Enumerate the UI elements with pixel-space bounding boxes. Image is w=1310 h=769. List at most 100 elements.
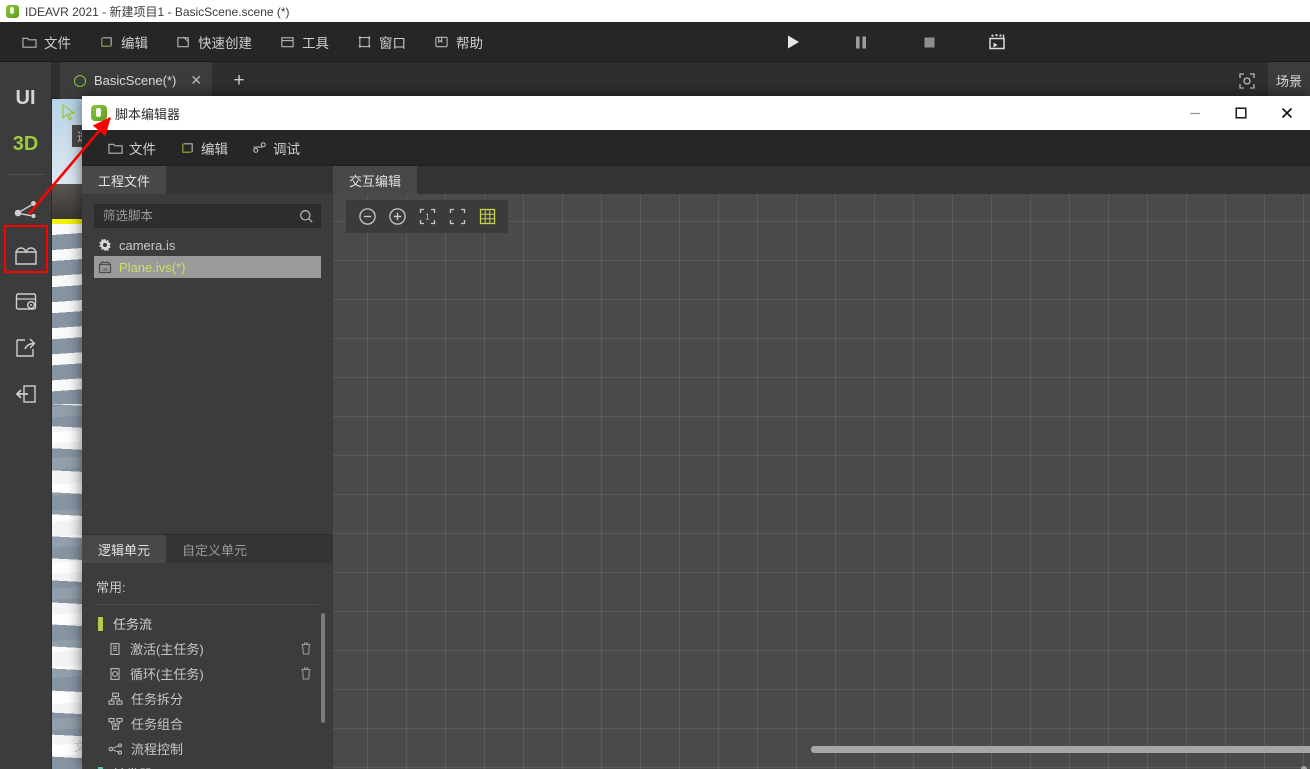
menu-file-label: 文件 [44, 36, 71, 51]
playback-controls [780, 22, 1010, 62]
script-filter-input[interactable] [103, 209, 299, 223]
search-icon[interactable] [299, 209, 314, 224]
dialog-menu-debug-label: 调试 [273, 141, 300, 157]
scene-tabstrip: BasicScene(*) ✕ + 场景 [0, 62, 1310, 99]
store-icon [15, 247, 37, 265]
rail-share-export-button[interactable] [0, 325, 52, 371]
rail-node-graph-button[interactable] [0, 187, 52, 233]
svg-text:us: us [102, 267, 108, 273]
node-graph-canvas[interactable]: 1 [333, 194, 1310, 769]
dialog-titlebar: 脚本编辑器 [82, 96, 1310, 130]
project-files-tabrow: 工程文件 [82, 166, 333, 194]
zoom-in-button[interactable] [386, 206, 408, 228]
unit-flow-control[interactable]: 流程控制 [82, 736, 333, 761]
edit-frame-icon [101, 37, 112, 47]
unit-task-split[interactable]: 任务拆分 [82, 686, 333, 711]
menu-help[interactable]: 帮助 [420, 22, 497, 62]
menu-help-label: 帮助 [456, 36, 483, 51]
unit-merge-label: 任务组合 [131, 717, 184, 732]
pause-icon [856, 36, 866, 48]
list-item-plane[interactable]: us Plane.ivs(*) [94, 256, 321, 278]
screen: IDEAVR 2021 - 新建项目1 - BasicScene.scene (… [0, 0, 1310, 769]
units-scrollbar[interactable] [321, 613, 325, 723]
dialog-body: 工程文件 camera.is us Plane.ivs(*) [82, 166, 1310, 769]
group-taskflow[interactable]: 任务流 [82, 611, 333, 636]
unit-split-label: 任务拆分 [131, 692, 184, 707]
list-item-camera[interactable]: camera.is [94, 234, 321, 256]
left-icon-rail: UI 3D [0, 62, 52, 769]
grid-icon [479, 208, 495, 225]
maximize-button[interactable] [1218, 96, 1264, 130]
tab-interaction-editor[interactable]: 交互编辑 [333, 166, 418, 194]
close-button[interactable] [1264, 96, 1310, 130]
menu-quick-create-label: 快速创建 [198, 36, 252, 51]
unit-loop-main-task[interactable]: 循环(主任务) [82, 661, 333, 686]
tab-custom-units[interactable]: 自定义单元 [166, 535, 264, 563]
minimize-icon [1190, 112, 1200, 115]
minus-circle-icon [358, 208, 376, 225]
dialog-menu-edit-label: 编辑 [201, 141, 228, 157]
group-trigger-label: 触发器 [113, 764, 152, 769]
unit-task-merge[interactable]: 任务组合 [82, 711, 333, 736]
units-tabrow: 逻辑单元 自定义单元 [82, 535, 333, 563]
app-titlebar: IDEAVR 2021 - 新建项目1 - BasicScene.scene (… [0, 0, 1310, 22]
menu-window[interactable]: 窗口 [343, 22, 420, 62]
delete-icon[interactable] [299, 666, 313, 681]
canvas-horizontal-scrollbar[interactable] [811, 746, 1310, 753]
toggle-grid-button[interactable] [476, 206, 498, 228]
group-color-bar [98, 616, 103, 631]
app-menubar: 文件 编辑 快速创建 工具 窗口 帮助 [0, 22, 1310, 62]
dialog-menu-edit[interactable]: 编辑 [168, 130, 240, 166]
tab-basicscene[interactable]: BasicScene(*) ✕ [60, 62, 213, 99]
fullscreen-button[interactable] [1236, 70, 1258, 92]
rail-store-button[interactable] [0, 233, 52, 279]
edit-frame-icon [182, 142, 193, 153]
minimize-button[interactable] [1172, 96, 1218, 130]
menu-tools[interactable]: 工具 [266, 22, 343, 62]
dialog-menu-debug[interactable]: 调试 [240, 130, 312, 166]
pointer-arrow-icon [62, 104, 76, 121]
menu-quick-create[interactable]: 快速创建 [162, 22, 266, 62]
record-button[interactable] [984, 29, 1010, 55]
node-graph-icon [14, 201, 36, 219]
app-title: IDEAVR 2021 - 新建项目1 - BasicScene.scene (… [25, 4, 290, 19]
menu-group: 文件 编辑 快速创建 工具 窗口 帮助 [8, 22, 497, 62]
asset-settings-icon [15, 293, 36, 310]
group-taskflow-label: 任务流 [113, 617, 153, 632]
fit-all-icon [449, 208, 465, 225]
tab-basicscene-label: BasicScene(*) [94, 73, 177, 88]
rail-3d-button[interactable]: 3D [0, 124, 51, 164]
unit-activate-main-task[interactable]: 激活(主任务) [82, 636, 333, 661]
tab-logic-units[interactable]: 逻辑单元 [82, 535, 167, 563]
dialog-menu-file[interactable]: 文件 [96, 130, 168, 166]
units-scroll-area[interactable]: 任务流 激活(主任务) 循环(主任务) 任务拆分 任务组合 流程控制 [82, 611, 333, 769]
debug-icon [253, 141, 266, 153]
rail-asset-settings-button[interactable] [0, 279, 52, 325]
merge-icon [108, 717, 123, 730]
pause-button[interactable] [848, 29, 874, 55]
logic-units-panel: 逻辑单元 自定义单元 常用: 任务流 激活(主任务) 循环(主任务) 任务拆分 … [82, 535, 333, 769]
canvas-toolbar: 1 [346, 200, 508, 233]
unit-loop-label: 循环(主任务) [130, 667, 204, 682]
tab-project-files[interactable]: 工程文件 [82, 166, 167, 194]
stop-button[interactable] [916, 29, 942, 55]
zoom-to-fit-button[interactable] [446, 206, 468, 228]
project-files-panel: 工程文件 camera.is us Plane.ivs(*) [82, 166, 333, 769]
rail-ui-button[interactable]: UI [0, 78, 51, 118]
dialog-menu-file-label: 文件 [129, 141, 156, 157]
delete-icon[interactable] [299, 641, 313, 656]
zoom-to-actual-button[interactable]: 1 [416, 206, 438, 228]
zoom-out-button[interactable] [356, 206, 378, 228]
menu-file[interactable]: 文件 [8, 22, 85, 62]
add-tab-button[interactable]: + [222, 62, 256, 99]
script-editor-dialog: 脚本编辑器 文件 编辑 调试 工程文件 筛选脚本 camera.is us Pl… [82, 96, 1310, 769]
play-button[interactable] [780, 29, 806, 55]
scene-panel-tab[interactable]: 场景 [1268, 62, 1310, 99]
document-icon [110, 642, 120, 655]
group-trigger[interactable]: 触发器 [82, 761, 333, 769]
rail-exit-button[interactable] [0, 371, 52, 417]
menu-edit[interactable]: 编辑 [85, 22, 162, 62]
script-file-list: camera.is us Plane.ivs(*) [82, 234, 333, 278]
script-filter-box[interactable] [94, 204, 321, 228]
tab-close-button[interactable]: ✕ [190, 72, 202, 89]
